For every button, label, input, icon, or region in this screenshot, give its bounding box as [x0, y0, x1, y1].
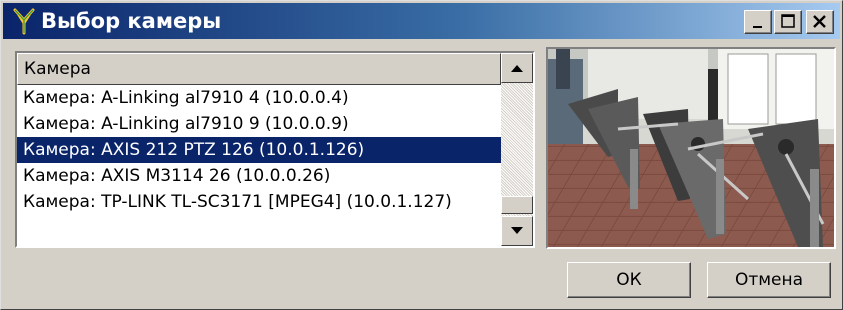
arrow-down-icon [511, 227, 523, 234]
close-icon [813, 15, 826, 28]
list-item[interactable]: Камера: A-Linking al7910 4 (10.0.0.4) [17, 85, 501, 111]
app-logo-icon [13, 8, 35, 35]
camera-preview-image [546, 47, 836, 249]
camera-list[interactable]: Камера Камера: A-Linking al7910 4 (10.0.… [15, 51, 535, 248]
camera-column-header[interactable]: Камера [17, 53, 501, 85]
maximize-button[interactable] [774, 10, 802, 34]
scroll-down-button[interactable] [501, 216, 533, 246]
scroll-thumb[interactable] [501, 196, 533, 214]
camera-select-dialog: Выбор камеры Камера Камера: A-Linking al… [0, 0, 843, 310]
list-item-selected[interactable]: Камера: AXIS 212 PTZ 126 (10.0.1.126) [17, 137, 501, 163]
turnstile-scene [548, 49, 834, 247]
maximize-icon [781, 14, 795, 28]
arrow-up-icon [511, 65, 523, 72]
camera-list-rows: Камера: A-Linking al7910 4 (10.0.0.4) Ка… [17, 85, 501, 215]
list-item[interactable]: Камера: AXIS M3114 26 (10.0.0.26) [17, 163, 501, 189]
scroll-up-button[interactable] [501, 53, 533, 83]
window-title: Выбор камеры [41, 9, 222, 33]
ok-button[interactable]: ОК [567, 262, 691, 298]
vertical-scrollbar[interactable] [501, 53, 533, 246]
cancel-button[interactable]: Отмена [707, 262, 831, 298]
title-bar[interactable]: Выбор камеры [3, 3, 840, 39]
list-item[interactable]: Камера: TP-LINK TL-SC3171 [MPEG4] (10.0.… [17, 189, 501, 215]
minimize-icon [753, 26, 762, 28]
close-button[interactable] [806, 10, 834, 34]
list-item[interactable]: Камера: A-Linking al7910 9 (10.0.0.9) [17, 111, 501, 137]
minimize-button[interactable] [744, 10, 772, 34]
